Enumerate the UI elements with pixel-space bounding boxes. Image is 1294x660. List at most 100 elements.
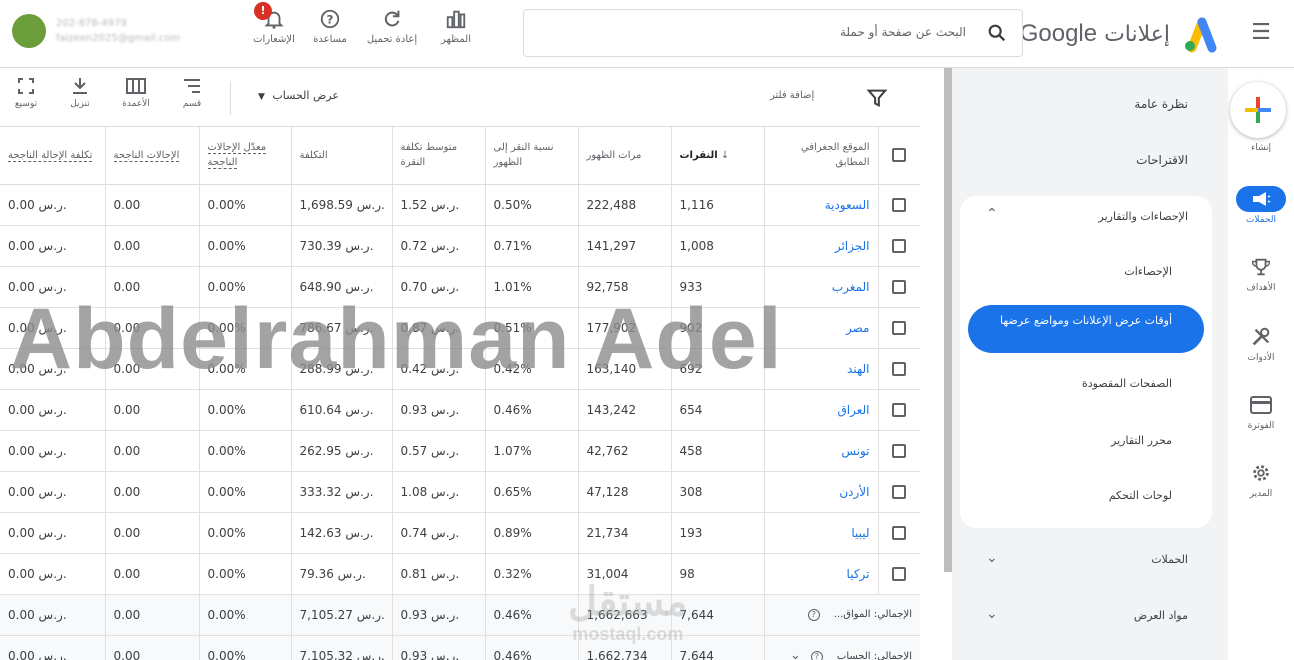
download-icon [73, 78, 87, 94]
header-clicks[interactable]: النقرات ↓ [671, 127, 765, 185]
row-checkbox[interactable] [892, 443, 907, 458]
cell-cr: 0.00% [199, 553, 292, 595]
nav-recommendations[interactable]: الاقتراحات [1136, 153, 1188, 167]
nav-when-where[interactable]: أوقات عرض الإعلانات ومواضع عرضها [968, 305, 1204, 353]
row-select[interactable] [878, 307, 920, 349]
row-select[interactable] [878, 348, 920, 390]
create-button[interactable] [1230, 82, 1286, 138]
expand-button[interactable]: توسيع [0, 77, 54, 109]
row-select[interactable] [878, 184, 920, 226]
nav-campaigns[interactable]: الحملات [1151, 553, 1188, 566]
cell-geo-link[interactable]: مصر [764, 307, 879, 349]
table-row[interactable]: 0.00 ر.س. 0.00 0.00% 610.64 ر.س. 0.93 ر.س. 0.… [0, 389, 920, 431]
table-row[interactable]: 0.00 ر.س. 0.00 0.00% 288.99 ر.س. 0.42 ر.س. 0.… [0, 348, 920, 390]
table-row[interactable]: 0.00 ر.س. 0.00 0.00% 786.67 ر.س. 0.87 ر.س. 0.… [0, 307, 920, 349]
help-circle-icon[interactable]: ? [807, 608, 820, 621]
nav-insights[interactable]: الإحصاءات [1124, 265, 1172, 278]
rail-goals[interactable]: الأهداف [1228, 254, 1294, 293]
download-button[interactable]: تنزيل [52, 77, 108, 109]
row-checkbox[interactable] [892, 320, 907, 335]
cell-geo-link[interactable]: تركيا [764, 553, 879, 595]
row-select[interactable] [878, 553, 920, 595]
nav-assets[interactable]: مواد العرض [1134, 609, 1188, 622]
row-checkbox[interactable] [892, 279, 907, 294]
account-avatar[interactable] [12, 14, 46, 48]
cell-ctr: 0.42% [485, 348, 579, 390]
nav-report-editor[interactable]: محرر التقارير [1111, 434, 1172, 447]
row-select[interactable] [878, 512, 920, 554]
reload-button[interactable]: إعادة تحميل [362, 8, 422, 58]
row-checkbox[interactable] [892, 197, 907, 212]
filter-icon[interactable] [866, 87, 888, 109]
cell-geo-link[interactable]: تونس [764, 430, 879, 472]
view-selector[interactable]: عرض الحساب ▼ [258, 89, 339, 102]
nav-dashboards[interactable]: لوحات التحكم [1109, 489, 1172, 502]
total-cpa: 0.00 ر.س. [0, 635, 106, 660]
row-select[interactable] [878, 471, 920, 513]
cell-geo-link[interactable]: ليبيا [764, 512, 879, 554]
header-cost[interactable]: التكلفة [291, 127, 393, 185]
header-conversions[interactable]: الإحالات الناجحة [105, 127, 200, 185]
table-row[interactable]: 0.00 ر.س. 0.00 0.00% 142.63 ر.س. 0.74 ر.س. 0.… [0, 512, 920, 554]
cell-geo-link[interactable]: السعودية [764, 184, 879, 226]
table-row[interactable]: 0.00 ر.س. 0.00 0.00% 262.95 ر.س. 0.57 ر.س. 1.… [0, 430, 920, 472]
help-button[interactable]: ? مساعدة [300, 8, 360, 58]
table-row[interactable]: 0.00 ر.س. 0.00 0.00% 79.36 ر.س. 0.81 ر.س. 0.3… [0, 553, 920, 595]
expand-chevron-icon[interactable]: ⌄ [790, 648, 801, 660]
segment-button[interactable]: قسم [164, 77, 220, 109]
cell-geo-link[interactable]: العراق [764, 389, 879, 431]
cell-clicks: 1,116 [671, 184, 765, 226]
chevron-down-icon[interactable]: ⌄ [986, 606, 998, 622]
table-row[interactable]: 0.00 ر.س. 0.00 0.00% 333.32 ر.س. 1.08 ر.س. 0.… [0, 471, 920, 513]
nav-scrollbar[interactable] [944, 68, 952, 572]
insights-section-card [960, 196, 1212, 528]
nav-overview[interactable]: نظرة عامة [1134, 97, 1188, 111]
table-row[interactable]: 0.00 ر.س. 0.00 0.00% 730.39 ر.س. 0.72 ر.س. 0.… [0, 225, 920, 267]
header-geo[interactable]: الموقع الجغرافي المطابق [764, 127, 879, 185]
cell-cpa: 0.00 ر.س. [0, 307, 106, 349]
cell-geo-link[interactable]: الأردن [764, 471, 879, 513]
account-info[interactable]: 202-878-4979 faizeen2025@gmail.com [56, 16, 180, 46]
row-checkbox[interactable] [892, 525, 907, 540]
header-ctr[interactable]: نسبة النقر إلى الظهور [485, 127, 579, 185]
chevron-down-icon[interactable]: ⌄ [986, 550, 998, 566]
menu-icon[interactable]: ☰ [1248, 20, 1274, 46]
row-checkbox[interactable] [892, 402, 907, 417]
row-select[interactable] [878, 266, 920, 308]
row-checkbox[interactable] [892, 566, 907, 581]
header-select-all[interactable] [878, 127, 920, 185]
rail-admin[interactable]: المدير [1228, 460, 1294, 499]
row-select[interactable] [878, 430, 920, 472]
chevron-up-icon[interactable]: ⌃ [986, 206, 998, 222]
select-all-checkbox[interactable] [892, 148, 907, 163]
columns-button[interactable]: الأعمدة [108, 77, 164, 109]
help-circle-icon[interactable]: ? [810, 651, 823, 660]
header-impressions[interactable]: مرات الظهور [578, 127, 672, 185]
rail-campaigns[interactable]: الحملات [1228, 186, 1294, 225]
row-checkbox[interactable] [892, 238, 907, 253]
cell-geo-link[interactable]: المغرب [764, 266, 879, 308]
cell-impr: 42,762 [578, 430, 672, 472]
notifications-button[interactable]: الإشعارات [244, 8, 304, 58]
row-checkbox[interactable] [892, 484, 907, 499]
add-filter-button[interactable]: إضافة فلتر [770, 90, 814, 101]
header-avg-cpc[interactable]: متوسط تكلفة النقرة [392, 127, 486, 185]
row-select[interactable] [878, 389, 920, 431]
search-box[interactable]: البحث عن صفحة أو حملة [523, 9, 1023, 57]
nav-insights-reports[interactable]: الإحصاءات والتقارير [1099, 210, 1189, 223]
appearance-icon [446, 10, 466, 29]
cell-cr: 0.00% [199, 225, 292, 267]
row-checkbox[interactable] [892, 361, 907, 376]
table-row[interactable]: 0.00 ر.س. 0.00 0.00% 1,698.59 ر.س. 1.52 ر.س.… [0, 184, 920, 226]
rail-billing[interactable]: الفوترة [1228, 392, 1294, 431]
table-row[interactable]: 0.00 ر.س. 0.00 0.00% 648.90 ر.س. 0.70 ر.س. 1.… [0, 266, 920, 308]
cell-geo-link[interactable]: الجزائر [764, 225, 879, 267]
appearance-button[interactable]: المظهر [426, 8, 486, 58]
header-cost-per-conv[interactable]: تكلفة الإحالة الناجحة [0, 127, 106, 185]
row-select[interactable] [878, 225, 920, 267]
cell-geo-link[interactable]: الهند [764, 348, 879, 390]
header-conv-rate[interactable]: معدّل الإحالات الناجحة [199, 127, 292, 185]
nav-landing-pages[interactable]: الصفحات المقصودة [1082, 377, 1172, 390]
cell-cost: 610.64 ر.س. [291, 389, 393, 431]
rail-tools[interactable]: الأدوات [1228, 324, 1294, 363]
